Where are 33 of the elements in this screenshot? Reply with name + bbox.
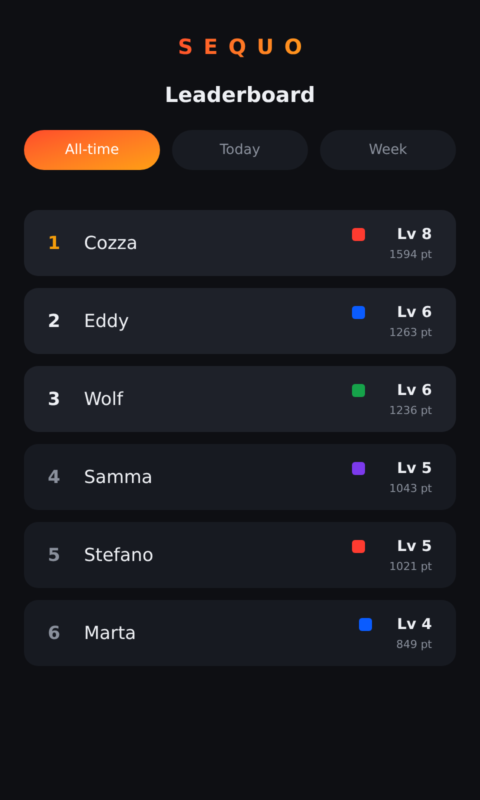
- rank-number: 3: [46, 388, 62, 412]
- player-name: Marta: [84, 622, 136, 646]
- rank-number: 1: [46, 232, 62, 256]
- leaderboard-row[interactable]: 6 Marta Lv 4 849 pt: [24, 600, 456, 666]
- leaderboard-row[interactable]: 2 Eddy Lv 6 1263 pt: [24, 288, 456, 354]
- tab[interactable]: Week: [320, 130, 456, 170]
- player-name: Stefano: [84, 544, 154, 568]
- player-level: Lv 8: [397, 224, 432, 244]
- leaderboard-row[interactable]: 1 Cozza Lv 8 1594 pt: [24, 210, 456, 276]
- player-points: 1263 pt: [389, 324, 432, 340]
- player-level: Lv 5: [397, 458, 432, 478]
- rank-number: 5: [46, 544, 62, 568]
- rank-number: 6: [46, 622, 62, 646]
- leaderboard-row[interactable]: 5 Stefano Lv 5 1021 pt: [24, 522, 456, 588]
- rank-number: 2: [46, 310, 62, 334]
- leaderboard-row[interactable]: 3 Wolf Lv 6 1236 pt: [24, 366, 456, 432]
- player-points: 1043 pt: [389, 480, 432, 496]
- leaderboard-row[interactable]: 4 Samma Lv 5 1043 pt: [24, 444, 456, 510]
- rank-number: 4: [46, 466, 62, 490]
- player-level: Lv 6: [397, 302, 432, 322]
- player-points: 1594 pt: [389, 246, 432, 262]
- player-name: Eddy: [84, 310, 129, 334]
- player-level: Lv 5: [397, 536, 432, 556]
- page-title: Leaderboard: [164, 82, 316, 109]
- player-points: 1236 pt: [389, 402, 432, 418]
- player-level: Lv 6: [397, 380, 432, 400]
- player-level: Lv 4: [397, 614, 432, 634]
- player-points: 849 pt: [396, 636, 432, 652]
- player-name: Wolf: [84, 388, 124, 412]
- player-name: Cozza: [84, 232, 138, 256]
- player-points: 1021 pt: [389, 558, 432, 574]
- tab[interactable]: Today: [172, 130, 308, 170]
- player-name: Samma: [84, 466, 153, 490]
